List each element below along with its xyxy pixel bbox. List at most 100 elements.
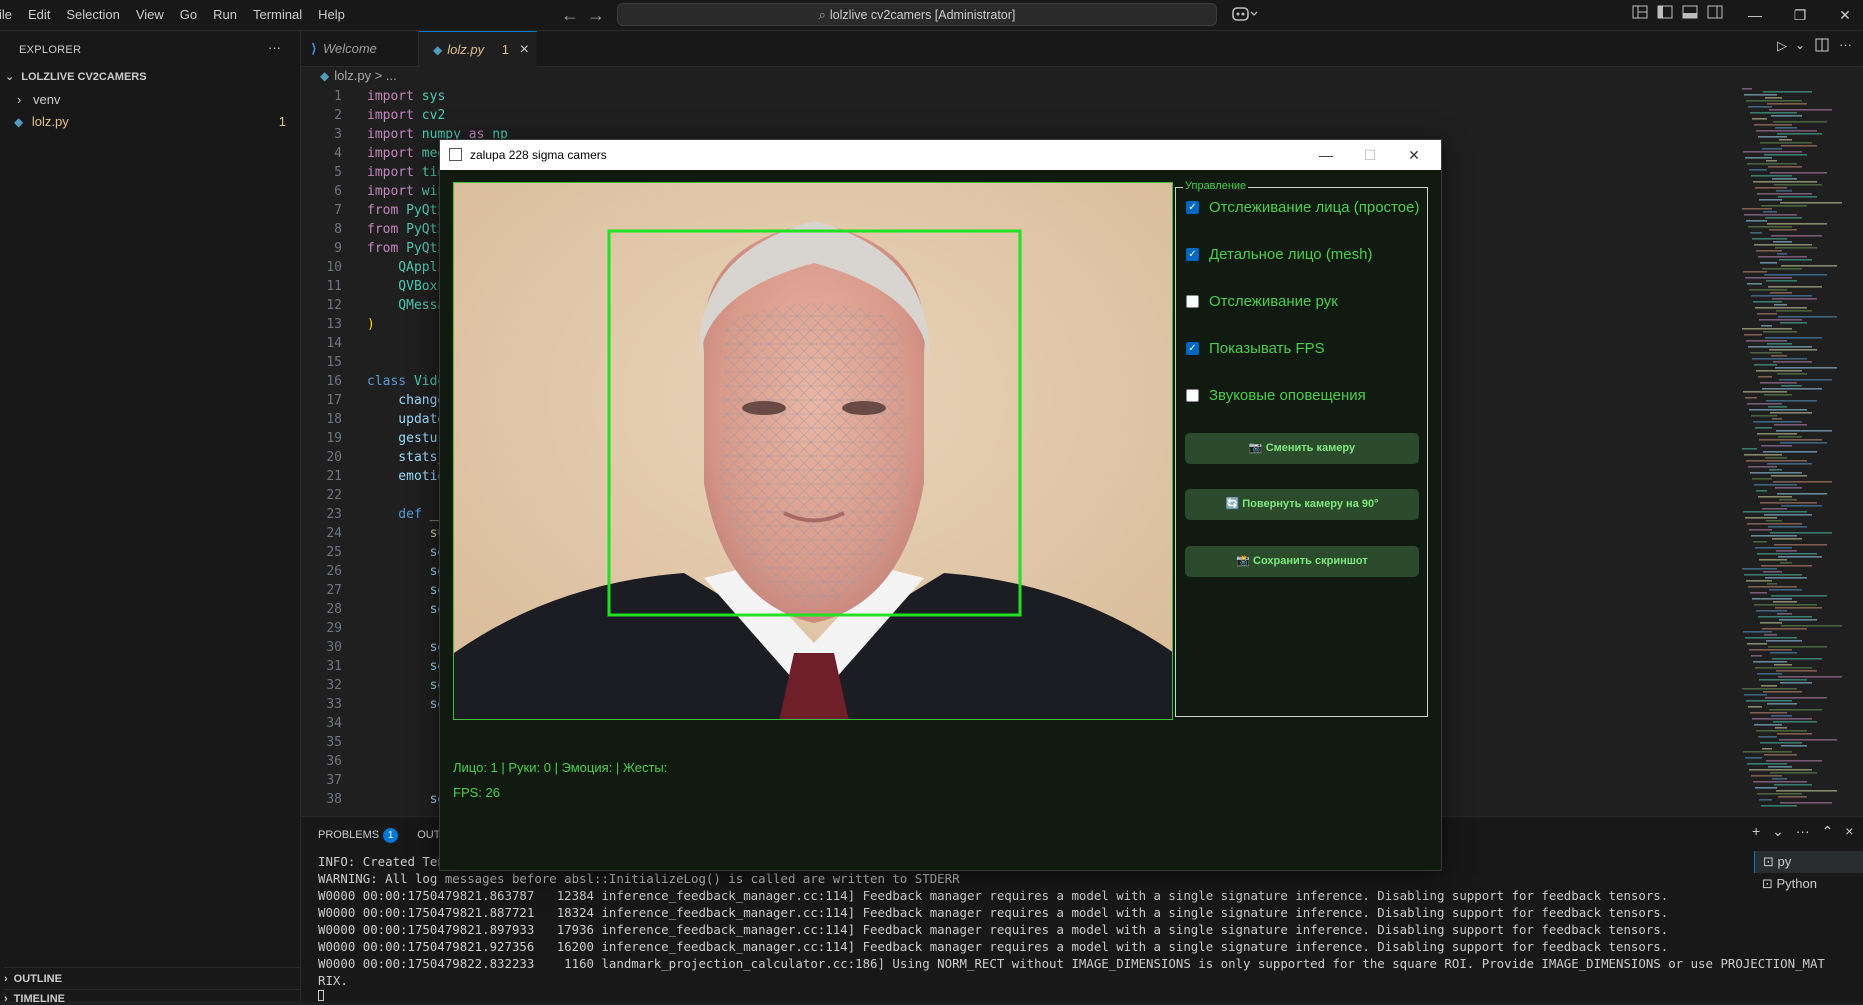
switch-camera-button[interactable]: 📷 Сменить камеру (1185, 433, 1419, 464)
menu-go[interactable]: Go (172, 0, 205, 30)
tab-label: Welcome (322, 41, 377, 56)
checkbox-face-mesh[interactable]: ✓ Детальное лицо (mesh) (1186, 246, 1372, 263)
terminal-name: py (1777, 854, 1792, 869)
code-line: change (367, 393, 445, 408)
toggle-secondary-sidebar-icon[interactable] (1707, 5, 1723, 25)
code-token: QAppli (367, 260, 446, 275)
explorer-more-icon[interactable]: ··· (268, 40, 281, 55)
terminal-item-python[interactable]: ⊡ Python (1754, 873, 1863, 895)
toggle-panel-icon[interactable] (1682, 5, 1698, 25)
menu-terminal[interactable]: Terminal (245, 0, 310, 30)
app-minimize-icon[interactable]: — (1304, 140, 1348, 170)
tree-item-label: venv (32, 92, 61, 107)
code-line: se (367, 640, 446, 655)
maximize-panel-icon[interactable]: ⌃ (1822, 823, 1834, 839)
back-arrow-icon[interactable]: ← (561, 4, 579, 26)
menu-view[interactable]: View (128, 0, 172, 30)
checkbox-hand-tracking[interactable]: Отслеживание рук (1186, 293, 1338, 310)
toggle-sidebar-icon[interactable] (1657, 5, 1673, 25)
split-editor-icon[interactable] (1815, 38, 1829, 55)
tab-problems[interactable]: PROBLEMS 1 (318, 828, 399, 843)
tab-welcome[interactable]: ⟩ Welcome (301, 31, 419, 66)
command-center-search[interactable]: ⌕ lolzlive cv2camers [Administrator] (617, 3, 1217, 26)
problems-badge: 1 (383, 828, 399, 843)
close-icon[interactable]: ✕ (1827, 0, 1863, 30)
terminal-dropdown-icon[interactable]: ⌄ (1772, 823, 1784, 839)
run-python-icon[interactable]: ▷ (1777, 38, 1787, 54)
chevron-right-icon: › (4, 973, 8, 985)
checkbox-unchecked-icon (1186, 389, 1199, 402)
title-bar: File Edit Selection View Go Run Terminal… (0, 0, 1863, 31)
tree-item-venv[interactable]: › venv (17, 89, 60, 111)
tree-item-lolz-py[interactable]: ◆ lolz.py 1 (14, 111, 286, 133)
code-line: stats_ (367, 450, 445, 465)
chevron-right-icon: › (17, 92, 22, 107)
line-number: 15 (326, 355, 342, 370)
terminal-cursor (318, 990, 324, 1001)
menu-selection[interactable]: Selection (58, 0, 127, 30)
line-number: 7 (334, 203, 342, 218)
button-label: Сменить камеру (1265, 442, 1356, 454)
menu-run[interactable]: Run (205, 0, 245, 30)
app-close-icon[interactable]: ✕ (1392, 140, 1436, 170)
code-line: from PyQt5 (367, 241, 445, 256)
menu-help[interactable]: Help (310, 0, 353, 30)
forward-arrow-icon[interactable]: → (587, 4, 605, 26)
line-number: 33 (326, 697, 342, 712)
panel-tabs: PROBLEMS 1 OUTP (318, 828, 448, 843)
checkbox-unchecked-icon (1186, 295, 1199, 308)
code-token: QMessa (367, 298, 446, 313)
terminal-name: Python (1776, 876, 1817, 891)
camera-video-feed (453, 182, 1173, 720)
line-number: 9 (334, 241, 342, 256)
problems-label: PROBLEMS (318, 829, 380, 841)
line-number: 17 (326, 393, 342, 408)
outline-label: OUTLINE (13, 973, 62, 985)
checkbox-face-tracking[interactable]: ✓ Отслеживание лица (простое) (1186, 199, 1419, 216)
run-dropdown-icon[interactable]: ⌄ (1795, 38, 1805, 52)
panel-more-icon[interactable]: ··· (1796, 823, 1810, 839)
editor-more-icon[interactable]: ··· (1839, 37, 1852, 52)
breadcrumb[interactable]: ◆ lolz.py > ... (320, 68, 397, 83)
code-token: se (367, 792, 446, 807)
app-title-bar[interactable]: zalupa 228 sigma camers — ☐ ✕ (440, 140, 1441, 170)
checkbox-label: Детальное лицо (mesh) (1209, 246, 1373, 263)
menu-file[interactable]: File (0, 0, 20, 30)
customize-layout-icon[interactable] (1632, 5, 1648, 25)
code-token: se (367, 564, 446, 579)
terminal-line: WARNING: All log messages before absl::I… (318, 871, 960, 886)
outline-section[interactable]: › OUTLINE (4, 967, 300, 985)
tab-label: lolz.py (447, 42, 485, 57)
copilot-icon[interactable] (1232, 5, 1258, 29)
line-number: 28 (326, 602, 342, 617)
code-token: emotio (367, 469, 446, 484)
menu-edit[interactable]: Edit (20, 0, 58, 30)
line-number: 23 (326, 507, 342, 522)
rotate-icon: 🔄 (1225, 498, 1240, 510)
line-number: 13 (326, 317, 342, 332)
timeline-section[interactable]: › TIMELINE (4, 989, 300, 1005)
save-screenshot-button[interactable]: 📸 Сохранить скриншот (1185, 546, 1419, 577)
app-maximize-icon[interactable]: ☐ (1348, 140, 1392, 170)
terminal-item-py[interactable]: ⊡ py (1754, 851, 1863, 873)
code-token: ) (367, 317, 375, 332)
minimize-icon[interactable]: — (1737, 0, 1773, 30)
rotate-camera-button[interactable]: 🔄 Повернуть камеру на 90° (1185, 489, 1419, 520)
minimap[interactable] (1740, 88, 1858, 808)
close-tab-icon[interactable]: × (520, 41, 529, 58)
code-token: se (367, 659, 446, 674)
tab-lolz-py[interactable]: ◆ lolz.py 1 × (419, 31, 537, 67)
checkbox-sound-alerts[interactable]: Звуковые оповещения (1186, 387, 1366, 404)
close-panel-icon[interactable]: × (1845, 823, 1853, 839)
line-number: 32 (326, 678, 342, 693)
line-number: 20 (326, 450, 342, 465)
new-terminal-icon[interactable]: + (1752, 823, 1760, 839)
restore-icon[interactable]: ❐ (1782, 0, 1818, 30)
detection-stats: Лицо: 1 | Руки: 0 | Эмоция: | Жесты: (453, 760, 668, 775)
code-token: se (367, 640, 446, 655)
folder-header[interactable]: ⌄ LOLZLIVE CV2CAMERS (5, 66, 147, 88)
checkbox-label: Отслеживание рук (1209, 293, 1338, 310)
code-line: su (367, 526, 446, 541)
checkbox-checked-icon: ✓ (1186, 342, 1199, 355)
checkbox-show-fps[interactable]: ✓ Показывать FPS (1186, 340, 1325, 357)
